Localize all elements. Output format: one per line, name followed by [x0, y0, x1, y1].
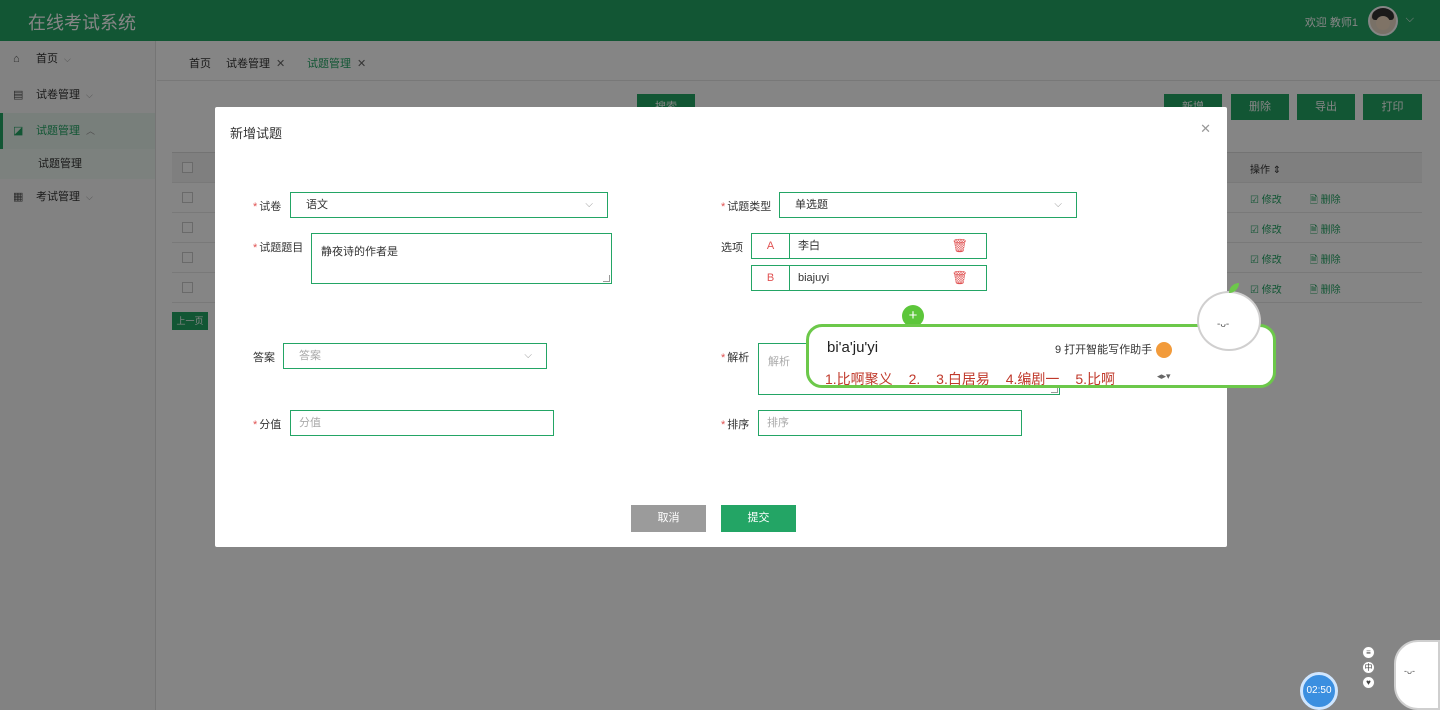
answer-placeholder: 答案 — [299, 350, 321, 362]
type-label: * 试题类型 — [721, 201, 772, 213]
order-placeholder: 排序 — [767, 417, 789, 429]
ime-assist-link[interactable]: 9 打开智能写作助手 — [1055, 341, 1173, 359]
ime-candidate[interactable]: 4.编剧一 — [1006, 371, 1060, 387]
option-letter: A — [751, 233, 789, 259]
assistant-icon — [1156, 342, 1173, 359]
option-input[interactable]: biajuyi — [789, 265, 934, 291]
trash-icon: 🗑 — [951, 238, 968, 253]
question-textarea[interactable]: 静夜诗的作者是 — [311, 233, 612, 284]
order-input[interactable]: 排序 — [758, 410, 1022, 436]
ime-candidate[interactable]: 3.白居易 — [936, 371, 990, 387]
cancel-button[interactable]: 取消 — [631, 505, 706, 532]
analysis-placeholder: 解析 — [768, 356, 790, 368]
ime-page-arrows-icon[interactable]: ◂▸▾ — [1157, 371, 1171, 382]
paper-label: * 试卷 — [253, 201, 282, 213]
trash-icon: 🗑 — [951, 270, 968, 285]
analysis-label: * 解析 — [721, 352, 750, 364]
type-select[interactable]: 单选题 ⌵ — [779, 192, 1077, 218]
ime-assist-text: 9 打开智能写作助手 — [1055, 344, 1153, 356]
chevron-down-icon: ⌵ — [524, 350, 532, 361]
answer-select[interactable]: 答案 ⌵ — [283, 343, 547, 369]
close-icon[interactable]: ✕ — [1200, 121, 1211, 137]
option-input[interactable]: 李白 — [789, 233, 934, 259]
chevron-down-icon: ⌵ — [1054, 199, 1062, 210]
mascot-icon: -ᴗ- — [1197, 283, 1261, 351]
score-placeholder: 分值 — [299, 417, 321, 429]
ime-candidate[interactable]: 1.比啊聚义 — [825, 371, 893, 387]
floating-tools: ≡ 中 ♥ — [1362, 646, 1376, 691]
type-value: 单选题 — [795, 199, 828, 211]
order-label: * 排序 — [721, 419, 750, 431]
question-label: * 试题题目 — [253, 242, 304, 254]
score-input[interactable]: 分值 — [290, 410, 554, 436]
timer-badge[interactable]: 02:50 — [1300, 672, 1338, 710]
score-label: * 分值 — [253, 419, 282, 431]
paper-value: 语文 — [306, 199, 328, 211]
option-delete-button[interactable]: 🗑 — [933, 233, 987, 259]
corner-mascot-icon[interactable]: -ᴗ- — [1394, 640, 1440, 710]
options-label: 选项 — [721, 242, 743, 254]
ime-candidate-popup: bi'a'ju'yi 9 打开智能写作助手 1.比啊聚义 2. 3.白居易 4.… — [806, 283, 1276, 389]
question-value: 静夜诗的作者是 — [321, 246, 398, 258]
ime-candidate[interactable]: 2. — [909, 371, 921, 387]
heart-icon[interactable]: ♥ — [1362, 676, 1375, 689]
option-delete-button[interactable]: 🗑 — [933, 265, 987, 291]
language-icon[interactable]: 中 — [1362, 661, 1375, 674]
ime-pinyin: bi'a'ju'yi — [827, 339, 879, 356]
dialog-title: 新增试题 — [230, 126, 283, 141]
chevron-down-icon: ⌵ — [585, 199, 593, 210]
plus-icon: + — [908, 307, 918, 324]
ime-candidates: 1.比啊聚义 2. 3.白居易 4.编剧一 5.比啊 — [825, 369, 1127, 389]
paper-select[interactable]: 语文 ⌵ — [290, 192, 608, 218]
answer-label: 答案 — [253, 352, 275, 364]
ime-candidate[interactable]: 5.比啊 — [1075, 371, 1115, 387]
option-letter: B — [751, 265, 789, 291]
submit-button[interactable]: 提交 — [721, 505, 796, 532]
settings-icon[interactable]: ≡ — [1362, 646, 1375, 659]
resize-handle[interactable] — [603, 275, 610, 282]
